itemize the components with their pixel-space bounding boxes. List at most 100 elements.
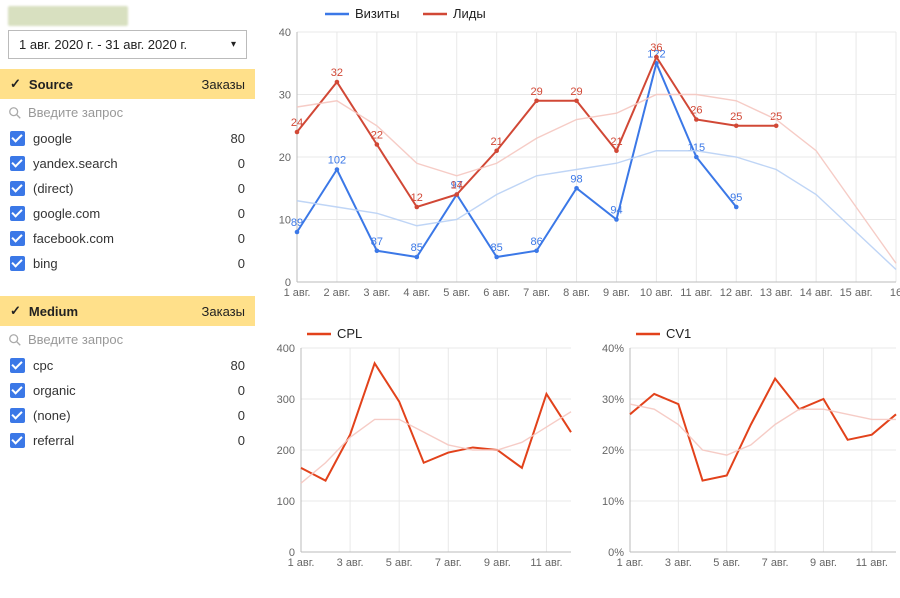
item-label: bing xyxy=(33,256,238,271)
checkbox[interactable] xyxy=(10,408,25,423)
item-value: 0 xyxy=(238,433,245,448)
list-item[interactable]: (none)0 xyxy=(0,403,255,428)
svg-text:22: 22 xyxy=(371,130,383,142)
svg-text:89: 89 xyxy=(291,217,303,229)
svg-text:24: 24 xyxy=(291,117,303,129)
item-label: yandex.search xyxy=(33,156,238,171)
checkbox[interactable] xyxy=(10,383,25,398)
list-item[interactable]: referral0 xyxy=(0,428,255,453)
svg-text:6 авг.: 6 авг. xyxy=(483,287,510,299)
svg-text:5 авг.: 5 авг. xyxy=(713,557,740,569)
chart-cv1: 0%10%20%30%40%1 авг.3 авг.5 авг.7 авг.9 … xyxy=(590,324,900,574)
search-input-source[interactable] xyxy=(28,105,247,120)
checkbox[interactable] xyxy=(10,358,25,373)
svg-text:7 авг.: 7 авг. xyxy=(435,557,462,569)
svg-text:10: 10 xyxy=(279,215,291,227)
item-value: 0 xyxy=(238,181,245,196)
panel-metric: Заказы xyxy=(202,304,245,319)
svg-text:Лиды: Лиды xyxy=(453,6,486,21)
svg-text:40%: 40% xyxy=(601,343,623,355)
list-item[interactable]: yandex.search0 xyxy=(0,151,255,176)
svg-text:14 авг.: 14 авг. xyxy=(800,287,833,299)
svg-text:16: 16 xyxy=(890,287,900,299)
checkbox[interactable] xyxy=(10,433,25,448)
checkbox[interactable] xyxy=(10,231,25,246)
panel-header-medium[interactable]: ✓ Medium Заказы xyxy=(0,296,255,326)
svg-text:26: 26 xyxy=(690,105,702,117)
svg-text:30: 30 xyxy=(279,90,291,102)
svg-text:11 авг.: 11 авг. xyxy=(855,557,887,569)
date-range-picker[interactable]: 1 авг. 2020 г. - 31 авг. 2020 г. ▾ xyxy=(8,30,247,59)
svg-text:14: 14 xyxy=(451,180,463,192)
svg-text:12: 12 xyxy=(411,192,423,204)
svg-text:4 авг.: 4 авг. xyxy=(403,287,430,299)
date-range-text: 1 авг. 2020 г. - 31 авг. 2020 г. xyxy=(19,37,187,52)
svg-text:5 авг.: 5 авг. xyxy=(443,287,470,299)
panel-title: Source xyxy=(29,77,202,92)
panel-header-source[interactable]: ✓ Source Заказы xyxy=(0,69,255,99)
svg-text:86: 86 xyxy=(530,236,542,248)
item-value: 0 xyxy=(238,156,245,171)
svg-text:100: 100 xyxy=(277,496,295,508)
checkbox[interactable] xyxy=(10,156,25,171)
item-label: facebook.com xyxy=(33,231,238,246)
list-item[interactable]: facebook.com0 xyxy=(0,226,255,251)
svg-text:300: 300 xyxy=(277,394,295,406)
list-item[interactable]: bing0 xyxy=(0,251,255,276)
list-item[interactable]: cpc80 xyxy=(0,353,255,378)
svg-text:200: 200 xyxy=(277,445,295,457)
svg-text:85: 85 xyxy=(411,242,423,254)
svg-text:40: 40 xyxy=(279,27,291,39)
svg-text:1 авг.: 1 авг. xyxy=(284,287,311,299)
item-label: google xyxy=(33,131,231,146)
svg-text:30%: 30% xyxy=(601,394,623,406)
item-value: 0 xyxy=(238,206,245,221)
svg-text:400: 400 xyxy=(277,343,295,355)
svg-text:15 авг.: 15 авг. xyxy=(840,287,873,299)
list-item[interactable]: (direct)0 xyxy=(0,176,255,201)
svg-text:1 авг.: 1 авг. xyxy=(616,557,643,569)
item-value: 0 xyxy=(238,408,245,423)
svg-text:94: 94 xyxy=(610,205,622,217)
list-item[interactable]: organic0 xyxy=(0,378,255,403)
svg-text:10%: 10% xyxy=(601,496,623,508)
chart-cpl: 01002003004001 авг.3 авг.5 авг.7 авг.9 а… xyxy=(265,324,576,574)
svg-text:21: 21 xyxy=(610,136,622,148)
svg-text:36: 36 xyxy=(650,42,662,54)
svg-text:20%: 20% xyxy=(601,445,623,457)
logo-placeholder xyxy=(8,6,128,26)
svg-text:3 авг.: 3 авг. xyxy=(363,287,390,299)
checkbox[interactable] xyxy=(10,256,25,271)
checkbox[interactable] xyxy=(10,131,25,146)
item-label: google.com xyxy=(33,206,238,221)
list-item[interactable]: google80 xyxy=(0,126,255,151)
item-label: referral xyxy=(33,433,238,448)
checkbox[interactable] xyxy=(10,181,25,196)
svg-text:25: 25 xyxy=(730,111,742,123)
panel-metric: Заказы xyxy=(202,77,245,92)
caret-down-icon: ▾ xyxy=(231,39,236,50)
panel-source-search xyxy=(0,99,255,126)
svg-text:CPL: CPL xyxy=(337,326,362,341)
item-value: 0 xyxy=(238,256,245,271)
svg-text:12 авг.: 12 авг. xyxy=(720,287,753,299)
checkbox[interactable] xyxy=(10,206,25,221)
item-label: cpc xyxy=(33,358,231,373)
svg-text:9 авг.: 9 авг. xyxy=(484,557,511,569)
list-item[interactable]: google.com0 xyxy=(0,201,255,226)
svg-text:3 авг.: 3 авг. xyxy=(664,557,691,569)
svg-text:102: 102 xyxy=(328,155,346,167)
svg-text:87: 87 xyxy=(371,236,383,248)
main-content: 0102030401 авг.2 авг.3 авг.4 авг.5 авг.6… xyxy=(255,0,900,598)
search-icon xyxy=(8,333,22,347)
panel-source: ✓ Source Заказы google80yandex.search0(d… xyxy=(0,69,255,276)
search-input-medium[interactable] xyxy=(28,332,247,347)
svg-text:7 авг.: 7 авг. xyxy=(523,287,550,299)
svg-text:20: 20 xyxy=(279,152,291,164)
svg-text:29: 29 xyxy=(570,86,582,98)
svg-text:21: 21 xyxy=(491,136,503,148)
item-value: 0 xyxy=(238,231,245,246)
svg-text:85: 85 xyxy=(491,242,503,254)
check-icon: ✓ xyxy=(10,76,21,92)
svg-text:8 авг.: 8 авг. xyxy=(563,287,590,299)
